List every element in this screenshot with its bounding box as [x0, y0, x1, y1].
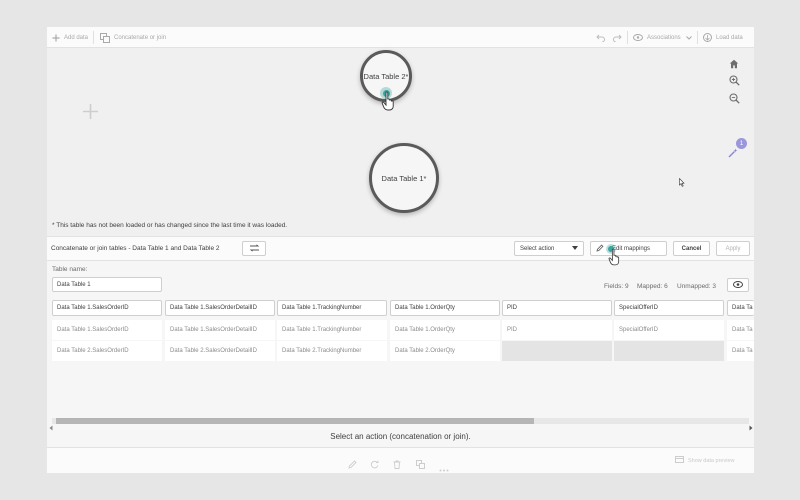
home-icon[interactable] [729, 56, 739, 74]
add-data-button[interactable]: Add data [52, 27, 88, 48]
eye-icon [633, 34, 643, 41]
zoom-out-icon[interactable] [729, 91, 740, 109]
preview-icon [675, 456, 684, 465]
edit-mappings-button[interactable]: Edit mappings [590, 241, 667, 256]
select-action-dropdown[interactable]: Select action [514, 241, 584, 256]
delete-icon[interactable] [393, 456, 401, 473]
column-header[interactable]: Data Table 1.SalesOrderID [52, 300, 162, 316]
eye-icon [733, 280, 743, 290]
horizontal-scrollbar-thumb[interactable] [56, 418, 534, 424]
table-cell: Data Table 1.TrackingNumber [277, 320, 387, 340]
table-cell: Data Ta [727, 341, 754, 361]
add-table-plus-icon[interactable] [83, 104, 98, 124]
column-header[interactable]: SpecialOfferID [614, 300, 724, 316]
concatenate-or-join-label: Concatenate or join [114, 34, 167, 41]
show-data-preview-button[interactable]: Show data preview [675, 456, 734, 465]
pencil-icon [596, 244, 604, 254]
zoom-in-icon[interactable] [729, 73, 740, 91]
apply-button[interactable]: Apply [716, 241, 750, 256]
table-bubble-label: Data Table 2* [363, 71, 409, 81]
swap-icon [249, 243, 260, 254]
column-header[interactable]: PID [502, 300, 612, 316]
show-data-preview-label: Show data preview [688, 457, 735, 464]
fields-count: Fields: 9 [604, 283, 629, 290]
table-cell: PID [502, 320, 612, 340]
load-data-button[interactable]: Load data [703, 27, 743, 48]
toggle-preview-button[interactable] [727, 278, 749, 292]
bottom-toolbar: Show data preview [47, 447, 754, 473]
toolbar-divider [697, 31, 698, 44]
undo-button[interactable] [596, 27, 605, 48]
associations-button[interactable]: Associations [633, 27, 692, 48]
table-name-label: Table name: [52, 266, 88, 273]
redo-button[interactable] [613, 27, 622, 48]
toolbar-divider [627, 31, 628, 44]
empty-table-cell [614, 341, 724, 361]
table-cell: Data Table 2.SalesOrderID [52, 341, 162, 361]
table-cell: SpecialOfferID [614, 320, 724, 340]
swap-tables-button[interactable] [242, 241, 266, 256]
table-bubble-data-table-1[interactable]: Data Table 1* [369, 143, 439, 213]
mapped-count: Mapped: 6 [637, 283, 668, 290]
add-data-label: Add data [64, 34, 89, 41]
table-cell: Data Table 2.TrackingNumber [277, 341, 387, 361]
table-cell: Data Table 1.SalesOrderID [52, 320, 162, 340]
data-manager-window: Add data Concatenate or join Association… [47, 27, 754, 473]
table-cell: Data Ta [727, 320, 754, 340]
unmapped-count: Unmapped: 3 [677, 283, 717, 290]
concatenate-or-join-button[interactable]: Concatenate or join [100, 27, 166, 48]
table-cell: Data Table 2.SalesOrderDetailID [165, 341, 275, 361]
recommendations-badge: 1 [736, 138, 747, 149]
table-cell: Data Table 1.OrderQty [390, 320, 500, 340]
more-options-icon[interactable] [439, 459, 449, 473]
hand-pointer-icon [608, 248, 622, 271]
column-header[interactable]: Data Table 1.SalesOrderDetailID [165, 300, 275, 316]
concatenate-panel-header: Concatenate or join tables - Data Table … [47, 236, 754, 266]
select-action-label: Select action [520, 245, 555, 252]
load-data-label: Load data [716, 34, 743, 41]
table-cell: Data Table 2.OrderQty [390, 341, 500, 361]
not-loaded-footnote: * This table has not been loaded or has … [52, 222, 288, 229]
edit-icon[interactable] [348, 456, 357, 473]
status-message: Select an action (concatenation or join)… [330, 432, 471, 441]
apply-label: Apply [725, 245, 741, 252]
toolbar-divider [93, 31, 94, 44]
chevron-down-icon [685, 35, 692, 40]
column-header[interactable]: Data Table 1.TrackingNumber [277, 300, 387, 316]
undo-icon [596, 34, 605, 42]
top-toolbar: Add data Concatenate or join Association… [47, 27, 754, 48]
associations-canvas[interactable]: Data Table 2* Data Table 1* 1 [47, 48, 754, 241]
table-bubble-label: Data Table 1* [381, 173, 427, 183]
empty-table-cell [502, 341, 612, 361]
concatenate-icon [100, 32, 110, 43]
caret-down-icon [572, 245, 578, 252]
panel-title: Concatenate or join tables - Data Table … [51, 245, 220, 252]
recommendations-wand-icon[interactable] [728, 145, 738, 163]
concatenate-icon[interactable] [416, 456, 425, 473]
table-cell: Data Table 1.SalesOrderDetailID [165, 320, 275, 340]
cancel-button[interactable]: Cancel [673, 241, 710, 256]
refresh-icon[interactable] [370, 456, 379, 473]
load-data-icon [703, 33, 712, 42]
mouse-cursor-icon [679, 174, 685, 192]
associations-label: Associations [647, 34, 681, 41]
plus-icon [52, 34, 60, 42]
hand-pointer-icon [381, 91, 397, 116]
redo-icon [613, 34, 622, 42]
cancel-label: Cancel [681, 245, 702, 252]
table-name-input[interactable]: Data Table 1 [52, 277, 162, 292]
column-header[interactable]: Data Ta [727, 300, 754, 316]
column-header[interactable]: Data Table 1.OrderQty [390, 300, 500, 316]
